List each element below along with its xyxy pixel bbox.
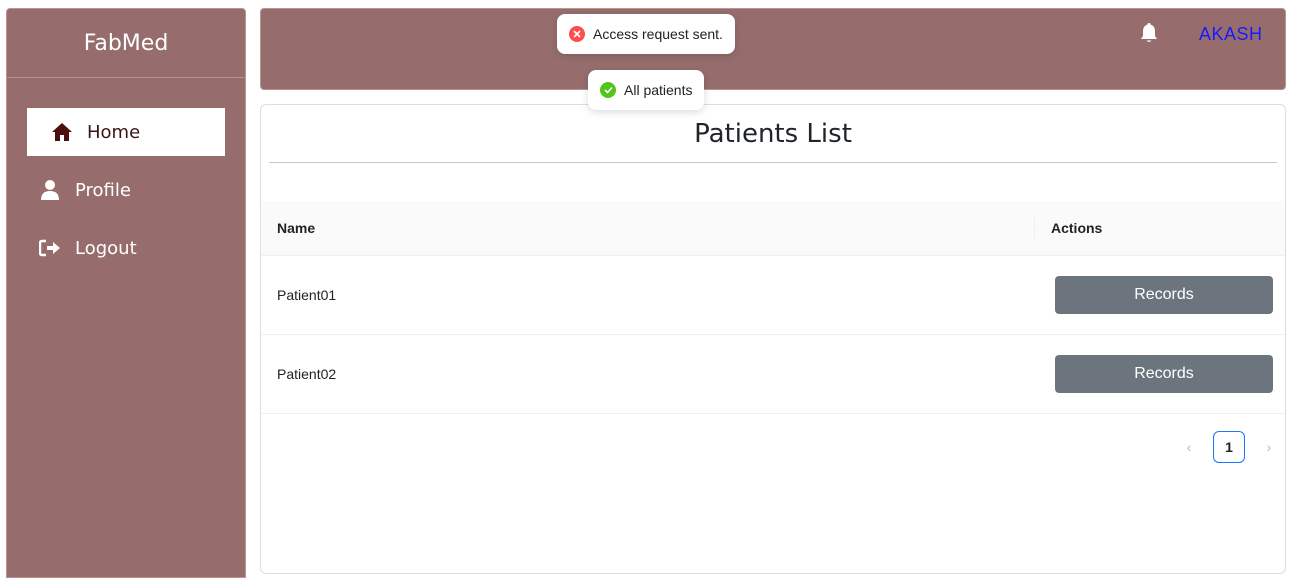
page-number[interactable]: 1: [1213, 431, 1245, 463]
error-toast: Access request sent.: [557, 14, 735, 54]
records-button[interactable]: Records: [1055, 355, 1273, 393]
table-header: Name Actions: [261, 201, 1285, 256]
check-icon: [600, 82, 616, 98]
user-icon: [39, 179, 61, 201]
patient-name: Patient01: [277, 287, 337, 303]
logout-icon: [39, 237, 61, 259]
username-link[interactable]: AKASH: [1199, 24, 1263, 45]
sidebar-item-home[interactable]: Home: [27, 108, 225, 156]
sidebar-item-label: Logout: [75, 237, 137, 259]
column-header-actions: Actions: [1051, 220, 1103, 236]
patients-card: Patients List Name Actions Patient01 Rec…: [260, 104, 1286, 574]
sidebar-item-label: Profile: [75, 179, 131, 201]
records-button[interactable]: Records: [1055, 276, 1273, 314]
patient-name: Patient02: [277, 366, 337, 382]
success-toast: All patients: [588, 70, 705, 110]
sidebar-nav: Home Profile Logout: [7, 78, 245, 272]
table-row: Patient02 Records: [261, 335, 1285, 414]
column-header-name: Name: [261, 217, 1035, 239]
toast-message: All patients: [624, 82, 693, 98]
patients-table: Name Actions Patient01 Records Patient02…: [261, 201, 1285, 414]
brand-logo: FabMed: [7, 9, 245, 78]
home-icon: [51, 121, 73, 143]
sidebar-item-logout[interactable]: Logout: [7, 224, 245, 272]
chevron-right-icon[interactable]: ›: [1253, 431, 1285, 463]
bell-icon[interactable]: [1139, 22, 1159, 44]
top-header: AKASH: [260, 8, 1286, 90]
page-title: Patients List: [269, 105, 1277, 163]
sidebar-item-profile[interactable]: Profile: [7, 166, 245, 214]
table-row: Patient01 Records: [261, 256, 1285, 335]
chevron-left-icon[interactable]: ‹: [1173, 431, 1205, 463]
error-icon: [569, 26, 585, 42]
pagination: ‹ 1 ›: [1173, 431, 1285, 463]
sidebar: FabMed Home Profile Logout: [6, 8, 246, 578]
sidebar-item-label: Home: [87, 121, 141, 143]
toast-message: Access request sent.: [593, 26, 723, 42]
